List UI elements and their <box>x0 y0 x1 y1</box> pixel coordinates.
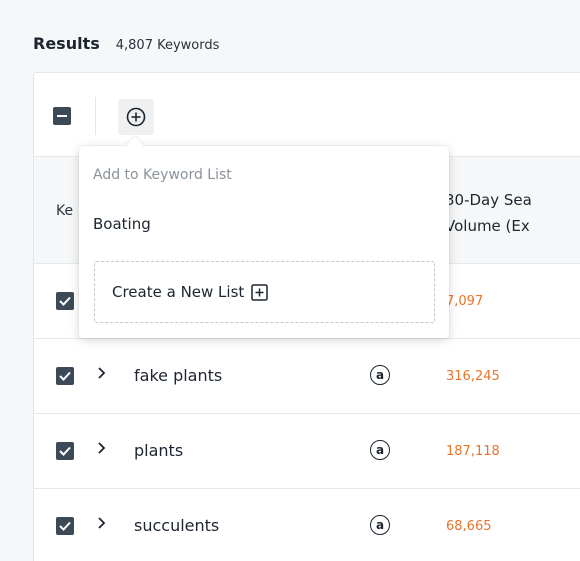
search-volume: 187,118 <box>446 444 500 459</box>
checkmark-icon <box>59 446 71 456</box>
table-row[interactable]: succulents a 68,665 <box>34 489 580 561</box>
search-volume: 316,245 <box>446 369 500 384</box>
expand-chevron-icon[interactable] <box>97 366 106 380</box>
amazon-icon: a <box>370 515 390 535</box>
keyword-list-item[interactable]: Boating <box>93 215 151 233</box>
table-row[interactable]: fake plants a 316,245 <box>34 339 580 414</box>
amazon-icon: a <box>370 365 390 385</box>
checkmark-icon <box>59 521 71 531</box>
checkmark-icon <box>59 371 71 381</box>
row-checkbox[interactable] <box>56 442 74 460</box>
volume-header-line-2: Volume (Ex <box>445 217 530 235</box>
results-title: Results <box>33 34 100 53</box>
keyword-text: succulents <box>134 516 220 535</box>
plus-square-icon <box>251 283 269 301</box>
create-new-list-label: Create a New List <box>112 283 245 301</box>
row-checkbox[interactable] <box>56 517 74 535</box>
keyword-text: fake plants <box>134 366 223 385</box>
column-header-volume[interactable]: 30-Day Sea Volume (Ex <box>445 187 580 239</box>
table-row[interactable]: plants a 187,118 <box>34 414 580 489</box>
search-volume: 68,665 <box>446 519 492 534</box>
results-header: Results 4,807 Keywords <box>33 34 219 58</box>
amazon-icon: a <box>370 440 390 460</box>
add-to-list-button[interactable] <box>118 99 154 135</box>
table-toolbar <box>34 73 580 157</box>
search-volume: 7,097 <box>446 294 484 309</box>
keyword-count: 4,807 Keywords <box>115 38 220 53</box>
column-header-keyword[interactable]: Ke <box>56 203 73 219</box>
create-new-list-button[interactable]: Create a New List <box>94 261 435 323</box>
expand-chevron-icon[interactable] <box>97 516 106 530</box>
keyword-text: plants <box>134 441 184 460</box>
plus-circle-icon <box>126 107 146 127</box>
row-checkbox[interactable] <box>56 367 74 385</box>
row-checkbox[interactable] <box>56 292 74 310</box>
volume-header-line-1: 30-Day Sea <box>445 191 532 209</box>
page: Results 4,807 Keywords Ke 30-Day Sea Vol… <box>0 0 580 561</box>
expand-chevron-icon[interactable] <box>97 441 106 455</box>
toolbar-divider <box>95 97 96 135</box>
checkmark-icon <box>59 296 71 306</box>
select-all-checkbox[interactable] <box>53 107 71 125</box>
add-to-keyword-list-dropdown: Add to Keyword List Boating Create a New… <box>79 146 449 338</box>
dropdown-header: Add to Keyword List <box>93 167 232 183</box>
